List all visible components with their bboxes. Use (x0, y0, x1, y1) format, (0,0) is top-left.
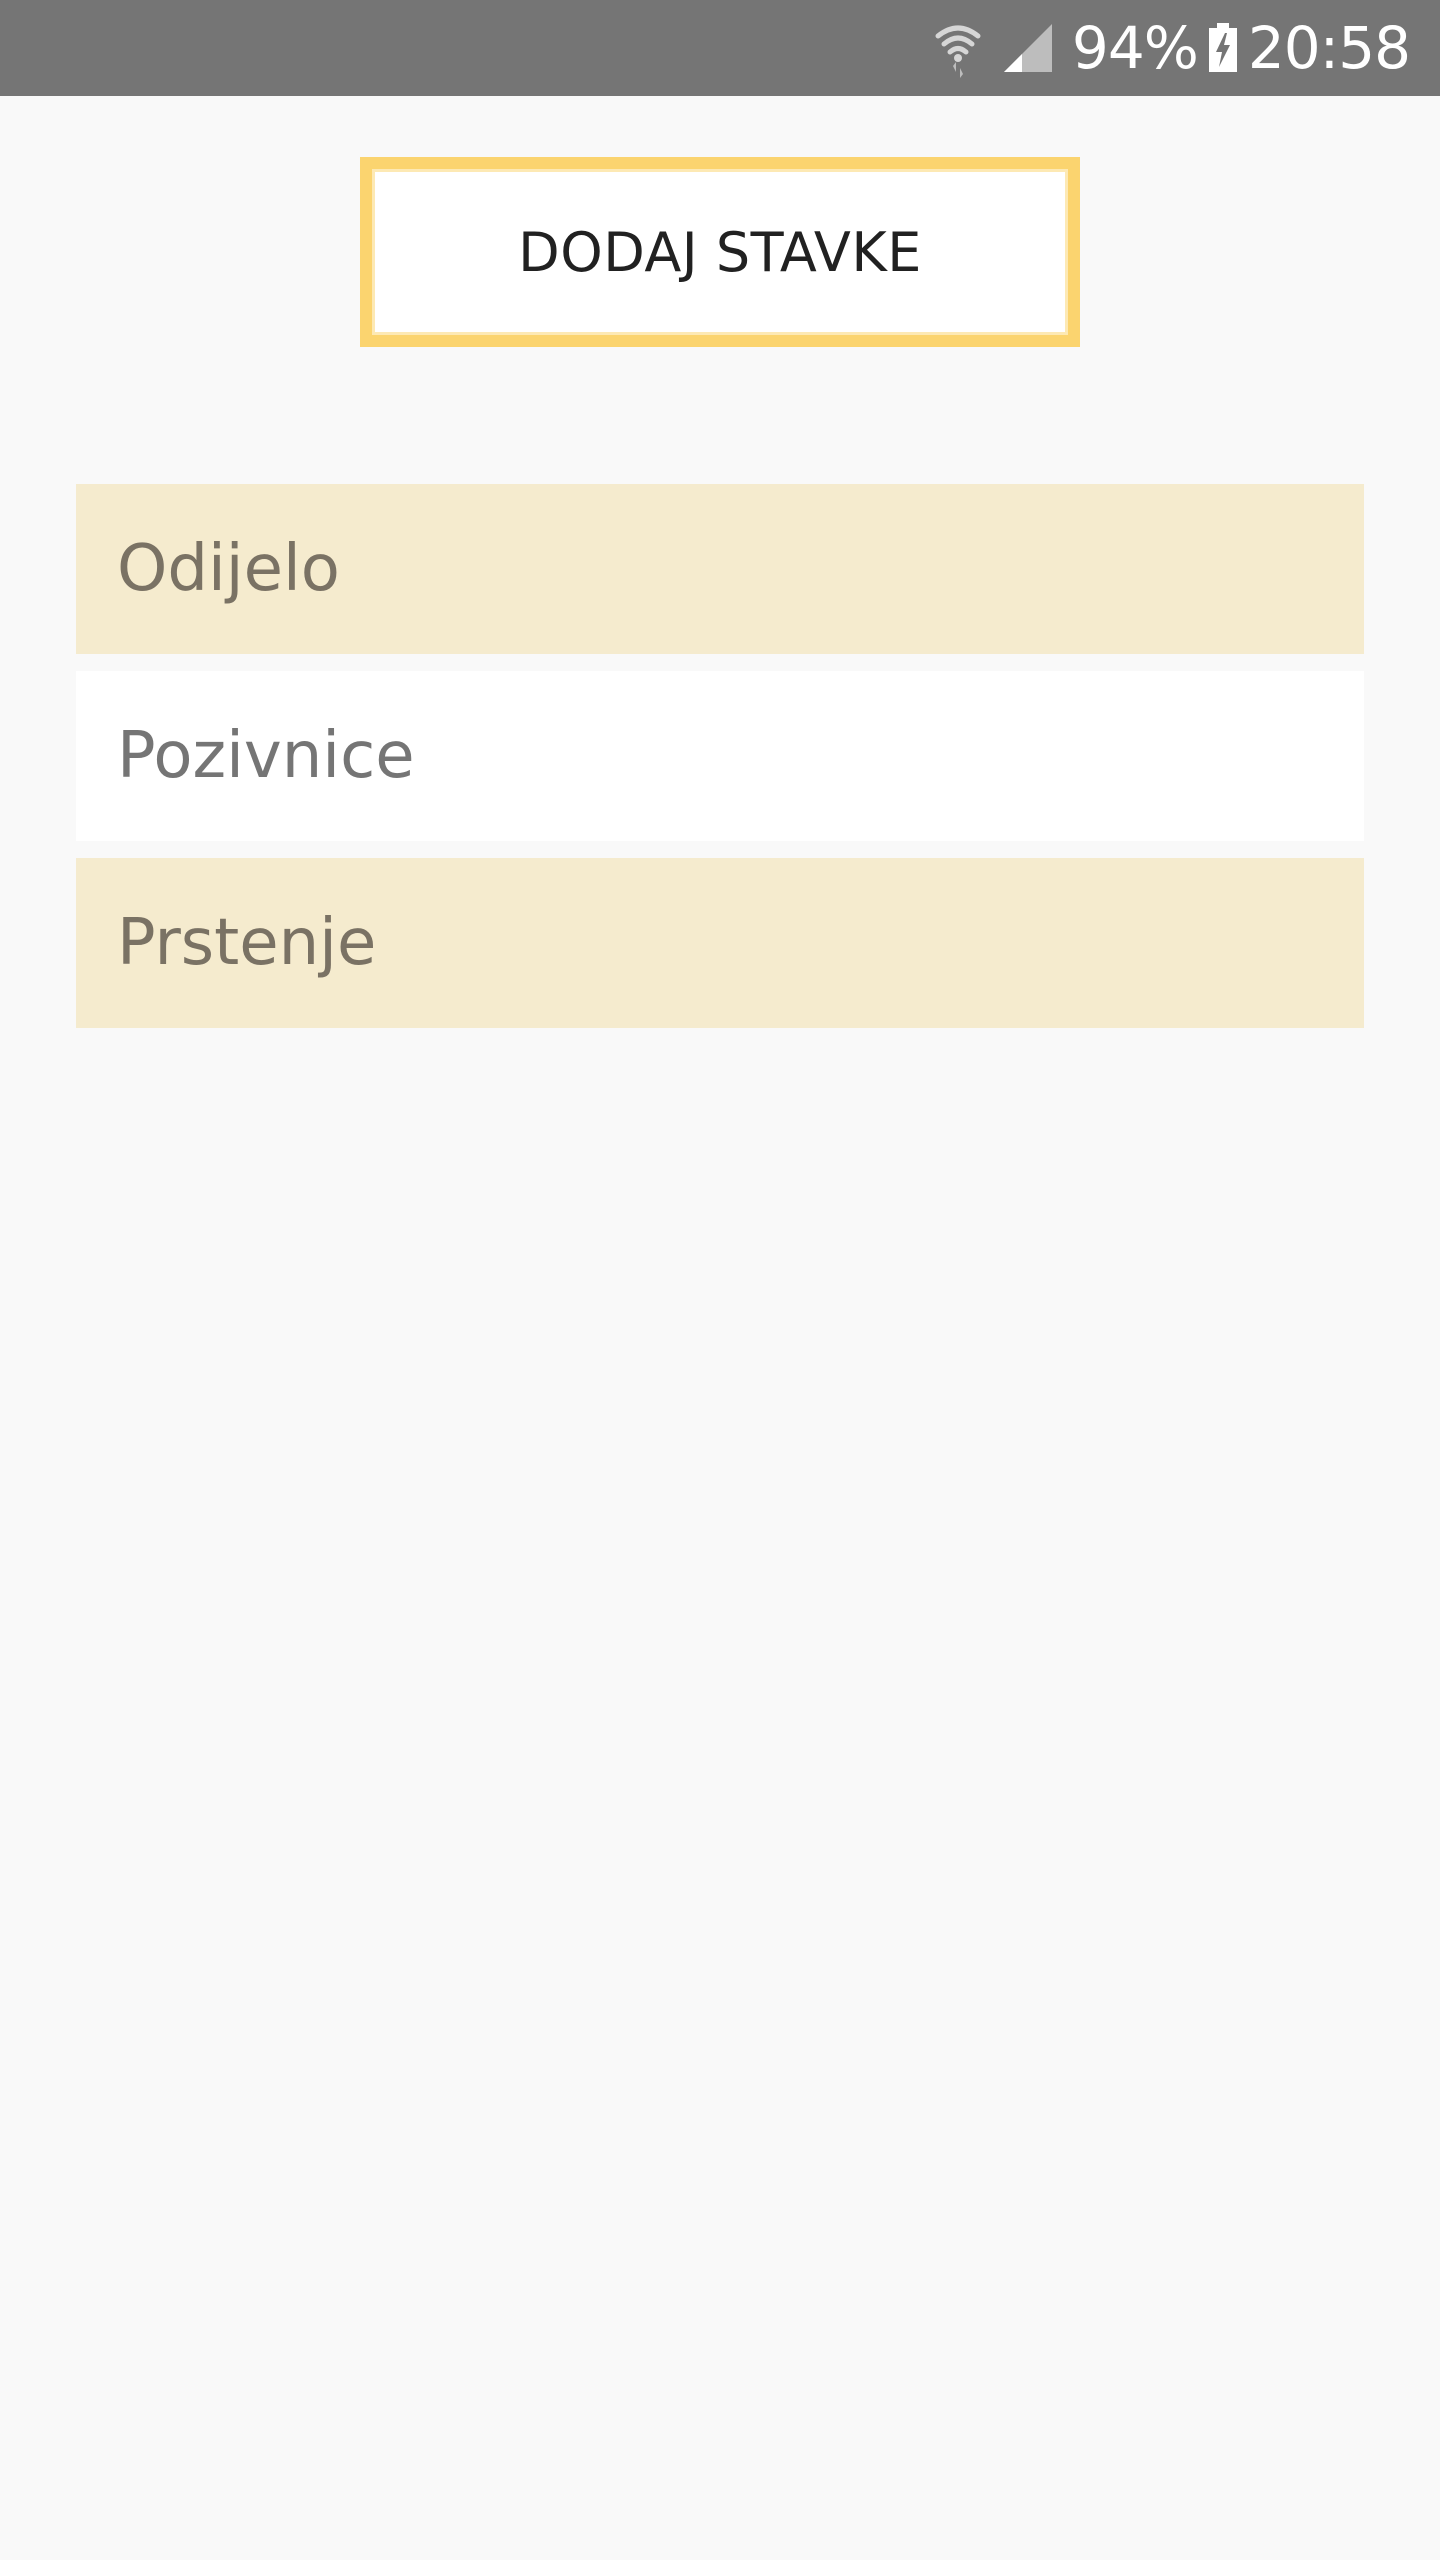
battery-charging-icon (1208, 23, 1238, 73)
add-items-button[interactable]: DODAJ STAVKE (360, 157, 1080, 347)
wifi-icon (934, 18, 982, 78)
battery-percentage: 94% (1071, 14, 1199, 82)
item-list: Odijelo Pozivnice Prstenje (76, 484, 1364, 1045)
list-item[interactable]: Pozivnice (76, 671, 1364, 841)
list-item-label: Prstenje (117, 906, 377, 980)
signal-icon (1002, 22, 1054, 74)
clock: 20:58 (1247, 14, 1411, 82)
list-item[interactable]: Odijelo (76, 484, 1364, 654)
list-item[interactable]: Prstenje (76, 858, 1364, 1028)
status-bar: 94% 20:58 (0, 0, 1440, 96)
add-items-button-label: DODAJ STAVKE (518, 220, 922, 284)
list-item-label: Odijelo (117, 532, 340, 606)
list-item-label: Pozivnice (117, 719, 415, 793)
